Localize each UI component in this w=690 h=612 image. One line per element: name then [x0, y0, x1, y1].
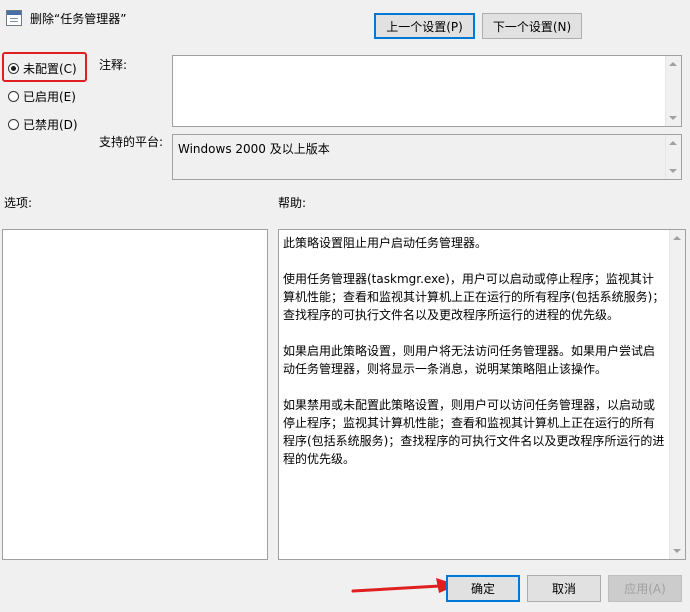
next-setting-label: 下一个设置(N): [492, 19, 572, 34]
help-text: 此策略设置阻止用户启动任务管理器。 使用任务管理器(taskmgr.exe)，用…: [283, 234, 665, 486]
radio-enabled[interactable]: 已启用(E): [8, 88, 76, 105]
policy-icon: [6, 10, 22, 26]
options-label: 选项:: [4, 196, 33, 210]
next-setting-button[interactable]: 下一个设置(N): [482, 13, 582, 39]
help-scrollbar[interactable]: [669, 230, 685, 559]
scroll-down-icon[interactable]: [669, 116, 677, 120]
previous-setting-button[interactable]: 上一个设置(P): [374, 13, 475, 39]
scroll-down-icon[interactable]: [669, 169, 677, 173]
scroll-up-icon[interactable]: [673, 236, 681, 240]
radio-not-configured-label: 未配置(C): [23, 62, 77, 76]
radio-disabled[interactable]: 已禁用(D): [8, 116, 78, 133]
radio-disabled-label: 已禁用(D): [23, 118, 78, 132]
window-title: 删除“任务管理器”: [30, 12, 127, 26]
cancel-label: 取消: [551, 582, 576, 596]
apply-label: 应用(A): [624, 582, 666, 596]
ok-label: 确定: [470, 582, 495, 596]
help-label: 帮助:: [278, 196, 307, 210]
radio-unchecked-icon: [8, 119, 19, 130]
platform-label: 支持的平台:: [99, 135, 164, 149]
comment-label: 注释:: [99, 58, 128, 72]
platform-field: Windows 2000 及以上版本: [172, 134, 682, 180]
platform-value: Windows 2000 及以上版本: [178, 142, 330, 156]
help-pane: 此策略设置阻止用户启动任务管理器。 使用任务管理器(taskmgr.exe)，用…: [278, 229, 686, 560]
radio-enabled-label: 已启用(E): [23, 90, 76, 104]
comment-textarea[interactable]: [172, 55, 682, 127]
ok-button[interactable]: 确定: [446, 575, 520, 602]
radio-not-configured[interactable]: 未配置(C): [8, 60, 77, 77]
previous-setting-label: 上一个设置(P): [386, 19, 463, 34]
platform-scrollbar[interactable]: [665, 135, 681, 179]
scroll-down-icon[interactable]: [673, 549, 681, 553]
scroll-up-icon[interactable]: [669, 62, 677, 66]
comment-scrollbar[interactable]: [665, 56, 681, 126]
scroll-up-icon[interactable]: [669, 141, 677, 145]
help-paragraph: 如果启用此策略设置，则用户将无法访问任务管理器。如果用户尝试启动任务管理器，则将…: [283, 344, 656, 376]
radio-checked-icon: [8, 63, 19, 74]
help-paragraph: 此策略设置阻止用户启动任务管理器。: [283, 236, 488, 250]
help-paragraph: 如果禁用或未配置此策略设置，则用户可以访问任务管理器，以启动或停止程序；监视其计…: [283, 398, 665, 466]
radio-unchecked-icon: [8, 91, 19, 102]
cancel-button[interactable]: 取消: [527, 575, 601, 602]
apply-button[interactable]: 应用(A): [608, 575, 682, 602]
help-paragraph: 使用任务管理器(taskmgr.exe)，用户可以启动或停止程序；监视其计算机性…: [283, 272, 665, 322]
options-pane: [2, 229, 268, 560]
